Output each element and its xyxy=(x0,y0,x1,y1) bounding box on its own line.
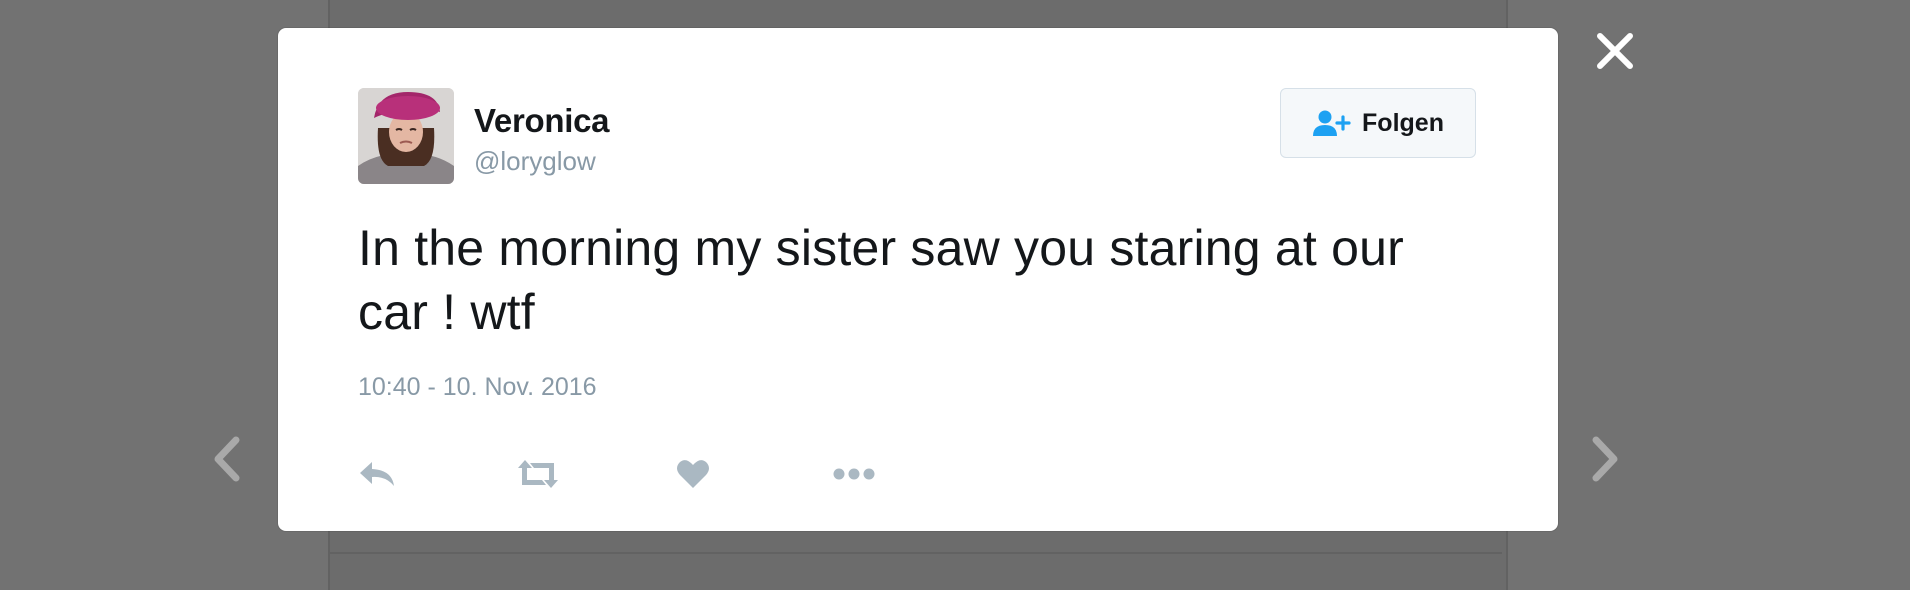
user-handle[interactable]: @loryglow xyxy=(474,146,596,177)
tweet-card: Veronica @loryglow Folgen In the morning… xyxy=(278,28,1558,531)
backdrop-divider xyxy=(330,552,1502,554)
next-tweet-button[interactable] xyxy=(1584,434,1624,484)
chevron-right-icon xyxy=(1592,436,1618,482)
display-name[interactable]: Veronica xyxy=(474,102,609,140)
close-button[interactable] xyxy=(1592,28,1638,74)
user-plus-icon xyxy=(1313,110,1351,136)
retweet-button[interactable] xyxy=(516,452,560,496)
follow-button-label: Folgen xyxy=(1362,108,1444,137)
retweet-icon xyxy=(518,460,558,488)
heart-icon xyxy=(677,460,709,488)
tweet-text: In the morning my sister saw you staring… xyxy=(358,220,1404,340)
close-icon xyxy=(1597,33,1633,69)
more-icon xyxy=(833,468,875,480)
avatar[interactable] xyxy=(358,88,454,184)
reply-icon xyxy=(360,462,394,486)
previous-tweet-button[interactable] xyxy=(208,434,248,484)
follow-button[interactable]: Folgen xyxy=(1280,88,1476,158)
avatar-image xyxy=(358,88,454,184)
tweet-timestamp[interactable]: 10:40 - 10. Nov. 2016 xyxy=(358,373,597,402)
reply-button[interactable] xyxy=(358,452,398,496)
like-button[interactable] xyxy=(676,452,710,496)
chevron-left-icon xyxy=(214,436,240,482)
more-button[interactable] xyxy=(832,452,876,496)
